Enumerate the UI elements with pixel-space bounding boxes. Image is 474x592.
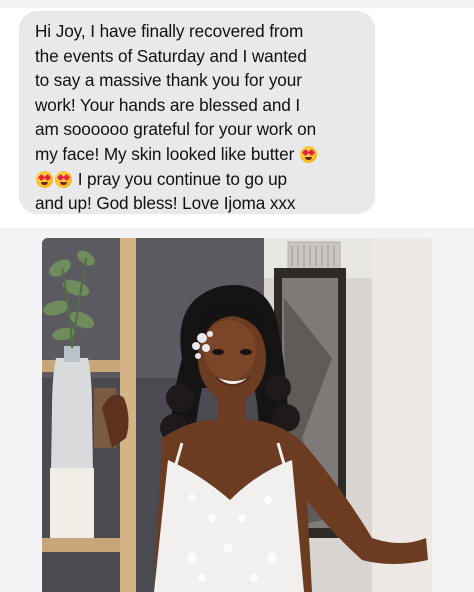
message-line: Hi Joy, I have finally recovered from	[35, 21, 304, 41]
message-line: the events of Saturday and I wanted	[35, 45, 307, 66]
message-line-with-emoji: my face! My skin looked like butter	[35, 142, 361, 167]
heart-eyes-emoji-icon	[299, 145, 317, 163]
screenshot-page: Hi Joy, I have finally recovered from th…	[0, 0, 474, 592]
message-text: Hi Joy, I have finally recovered from th…	[35, 19, 361, 216]
message-line: to say a massive thank you for your	[35, 70, 302, 91]
bride-portrait-photo[interactable]	[42, 238, 432, 592]
received-message-bubble[interactable]: Hi Joy, I have finally recovered from th…	[19, 11, 375, 214]
message-line: am soooooo grateful for your work on	[35, 119, 317, 140]
heart-eyes-emoji-icon	[36, 170, 53, 188]
top-strip	[0, 0, 474, 8]
message-line: and up! God bless! Love Ijoma xxx	[35, 193, 296, 214]
heart-eyes-emoji-icon	[55, 170, 72, 188]
message-line: work! Your hands are blessed and I	[35, 94, 301, 115]
message-line: I pray you continue to go up	[77, 168, 288, 189]
bride-portrait-illustration	[42, 238, 432, 592]
message-line: my face! My skin looked like butter	[35, 143, 295, 164]
message-line-with-emoji: I pray you continue to go up	[35, 167, 361, 192]
